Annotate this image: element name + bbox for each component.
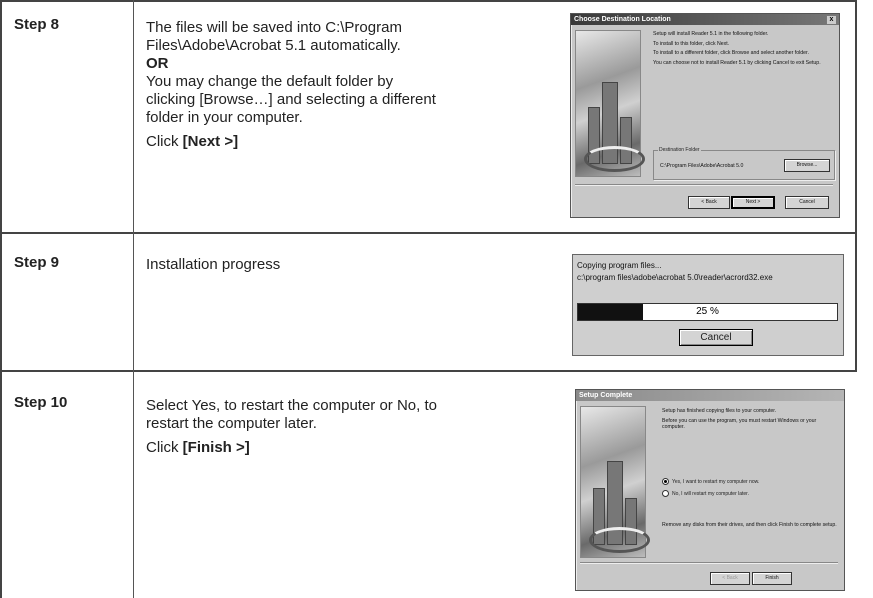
back-button[interactable]: < Back: [688, 196, 730, 209]
finish-button[interactable]: Finish: [752, 572, 792, 585]
step-9-text: Installation progress: [146, 256, 280, 274]
table-right-border: [855, 0, 857, 371]
step-label: Step 9: [14, 254, 60, 271]
table-top-border: [0, 0, 857, 2]
restart-options: Yes, I want to restart my computer now. …: [662, 478, 759, 502]
dialog-body-text: Setup has finished copying files to your…: [662, 408, 837, 434]
instruction-table: Step 8 The files will be saved into C:\P…: [0, 0, 873, 598]
radio-restart-later[interactable]: No, I will restart my computer later.: [662, 490, 759, 497]
dialog-title-bar: Setup Complete: [576, 390, 844, 401]
dialog-paragraph: To install to a different folder, click …: [653, 50, 809, 56]
text-line: You may change the default folder by: [146, 73, 394, 90]
dialog-paragraph: To install to this folder, click Next.: [653, 40, 730, 47]
step-10-text: Select Yes, to restart the computer or N…: [146, 397, 437, 457]
progress-bar: 25 %: [577, 303, 838, 321]
dialog-separator: [575, 184, 833, 185]
progress-percent: 25 %: [696, 306, 719, 317]
cancel-button[interactable]: Cancel: [679, 329, 753, 346]
text-line: restart the computer later.: [146, 415, 317, 432]
destination-folder-group: Destination Folder C:\Program Files\Adob…: [653, 147, 835, 180]
setup-artwork: [580, 406, 650, 558]
dialog-title: Setup Complete: [579, 392, 633, 399]
table-left-border: [0, 0, 2, 598]
next-button[interactable]: Next >: [731, 196, 775, 209]
text-line: clicking [Browse…] and selecting a diffe…: [146, 91, 436, 108]
or-label: OR: [146, 55, 169, 72]
dialog-paragraph: Setup has finished copying files to your…: [662, 408, 777, 414]
dialog-paragraph: Remove any disks from their drives, and …: [662, 522, 837, 528]
setup-artwork: [575, 30, 645, 177]
back-button[interactable]: < Back: [710, 572, 750, 585]
dialog-paragraph: You can choose not to install Reader 5.1…: [653, 59, 821, 66]
text-line: Installation progress: [146, 256, 281, 273]
progress-status-line: Copying program files...: [577, 261, 662, 270]
destination-dialog: Choose Destination Location x Setup will…: [570, 13, 840, 218]
text-line: Files\Adobe\Acrobat 5.1 automatically.: [146, 37, 401, 54]
step-label: Step 10: [14, 394, 68, 411]
click-instruction: Click [Finish >]: [146, 439, 250, 456]
browse-button[interactable]: Browse...: [784, 159, 830, 172]
dialog-title: Choose Destination Location: [574, 16, 671, 23]
column-divider: [133, 0, 134, 598]
next-button-reference: [Next >]: [182, 133, 239, 150]
click-instruction: Click [Next >]: [146, 133, 239, 150]
dialog-separator: [580, 562, 838, 563]
step-label: Step 8: [14, 16, 60, 33]
radio-label: No, I will restart my computer later.: [672, 490, 749, 497]
group-label: Destination Folder: [658, 147, 701, 153]
step-8-text: The files will be saved into C:\Program …: [146, 19, 436, 151]
row-divider-2: [0, 370, 857, 372]
dialog-body-text: Setup will install Reader 5.1 in the fol…: [653, 31, 833, 69]
row-divider-1: [0, 232, 857, 234]
radio-selected-icon: [662, 478, 669, 485]
finish-button-reference: [Finish >]: [182, 439, 250, 456]
dialog-title-bar: Choose Destination Location x: [571, 14, 839, 25]
dialog-paragraph: Setup will install Reader 5.1 in the fol…: [653, 31, 769, 37]
setup-complete-dialog: Setup Complete Setup has finished copyin…: [575, 389, 845, 591]
progress-dialog: Copying program files... c:\program file…: [572, 254, 844, 356]
radio-unselected-icon: [662, 490, 669, 497]
text-line: The files will be saved into C:\Program: [146, 19, 402, 36]
radio-restart-now[interactable]: Yes, I want to restart my computer now.: [662, 478, 759, 485]
folder-path: C:\Program Files\Adobe\Acrobat 5.0: [660, 163, 744, 169]
radio-label: Yes, I want to restart my computer now.: [672, 478, 760, 485]
cancel-button[interactable]: Cancel: [785, 196, 829, 209]
close-button[interactable]: x: [826, 15, 837, 25]
dialog-paragraph: Before you can use the program, you must…: [662, 417, 817, 431]
text-line: folder in your computer.: [146, 109, 303, 126]
text-line: Select Yes, to restart the computer or N…: [146, 397, 437, 414]
progress-file-path: c:\program files\adobe\acrobat 5.0\reade…: [577, 273, 773, 282]
